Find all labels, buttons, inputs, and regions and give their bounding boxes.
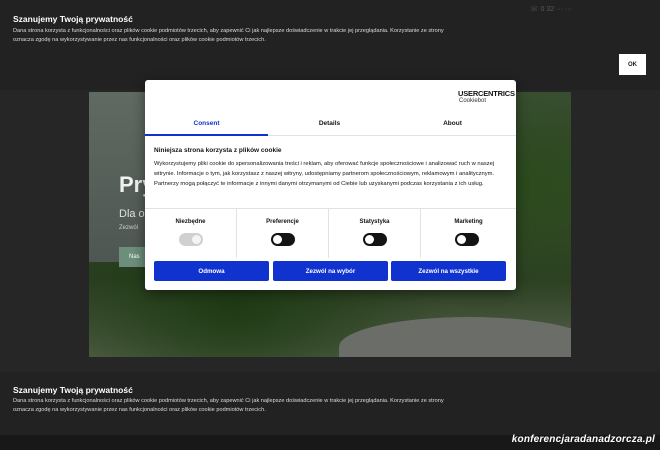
privacy-banner-title: Szanujemy Twoją prywatność [13, 14, 133, 24]
consent-heading: Niniejsza strona korzysta z plików cooki… [154, 147, 282, 154]
deny-button[interactable]: Odmowa [154, 261, 269, 281]
bottom-privacy-title: Szanujemy Twoją prywatność [13, 385, 133, 395]
toggle-label: Statystyka [359, 219, 390, 225]
toggle-label: Niezbędne [175, 219, 206, 225]
switch-knob [457, 235, 466, 244]
toggle-statistics: Statystyka [329, 209, 421, 258]
necessary-switch [179, 233, 203, 246]
bottom-privacy-text: Dana strona korzysta z funkcjonalności o… [13, 398, 444, 413]
toggle-necessary: Niezbędne [145, 209, 237, 258]
allow-all-button[interactable]: Zezwól na wszystkie [391, 261, 506, 281]
switch-knob [192, 235, 201, 244]
toggle-label: Marketing [454, 219, 483, 225]
ok-button[interactable]: OK [619, 54, 646, 75]
tab-about[interactable]: About [391, 111, 514, 136]
allow-selection-button[interactable]: Zezwól na wybór [273, 261, 388, 281]
logo-main-text: USERCENTRICS [458, 89, 515, 98]
toggle-label: Preferencje [266, 219, 299, 225]
usercentrics-logo: USERCENTRICS Cookiebot [458, 89, 515, 104]
logo-sub-text: Cookiebot [459, 98, 487, 104]
consent-description: Wykorzystujemy pliki cookie do spersonal… [154, 161, 495, 188]
hero-small-text: Zezwól [119, 225, 139, 231]
consent-toggles: Niezbędne Preferencje Statystyka Marketi… [145, 208, 516, 258]
switch-knob [365, 235, 374, 244]
tab-consent[interactable]: Consent [145, 111, 268, 136]
toggle-preferences: Preferencje [237, 209, 329, 258]
tab-details[interactable]: Details [268, 111, 391, 136]
switch-knob [273, 235, 282, 244]
hero-path-shape [339, 317, 571, 357]
marketing-switch[interactable] [455, 233, 479, 246]
cookie-consent-dialog: USERCENTRICS Cookiebot Consent Details A… [145, 80, 516, 290]
header-phone: ☏ 0 32 ··· ··· [529, 6, 572, 13]
statistics-switch[interactable] [363, 233, 387, 246]
toggle-marketing: Marketing [421, 209, 516, 258]
dialog-tabs: Consent Details About [145, 111, 516, 136]
hero-subtitle: Dla o [119, 208, 145, 220]
preferences-switch[interactable] [271, 233, 295, 246]
site-watermark: konferencjaradanadzorcza.pl [511, 434, 655, 445]
privacy-banner-text: Dana strona korzysta z funkcjonalności o… [13, 28, 444, 43]
